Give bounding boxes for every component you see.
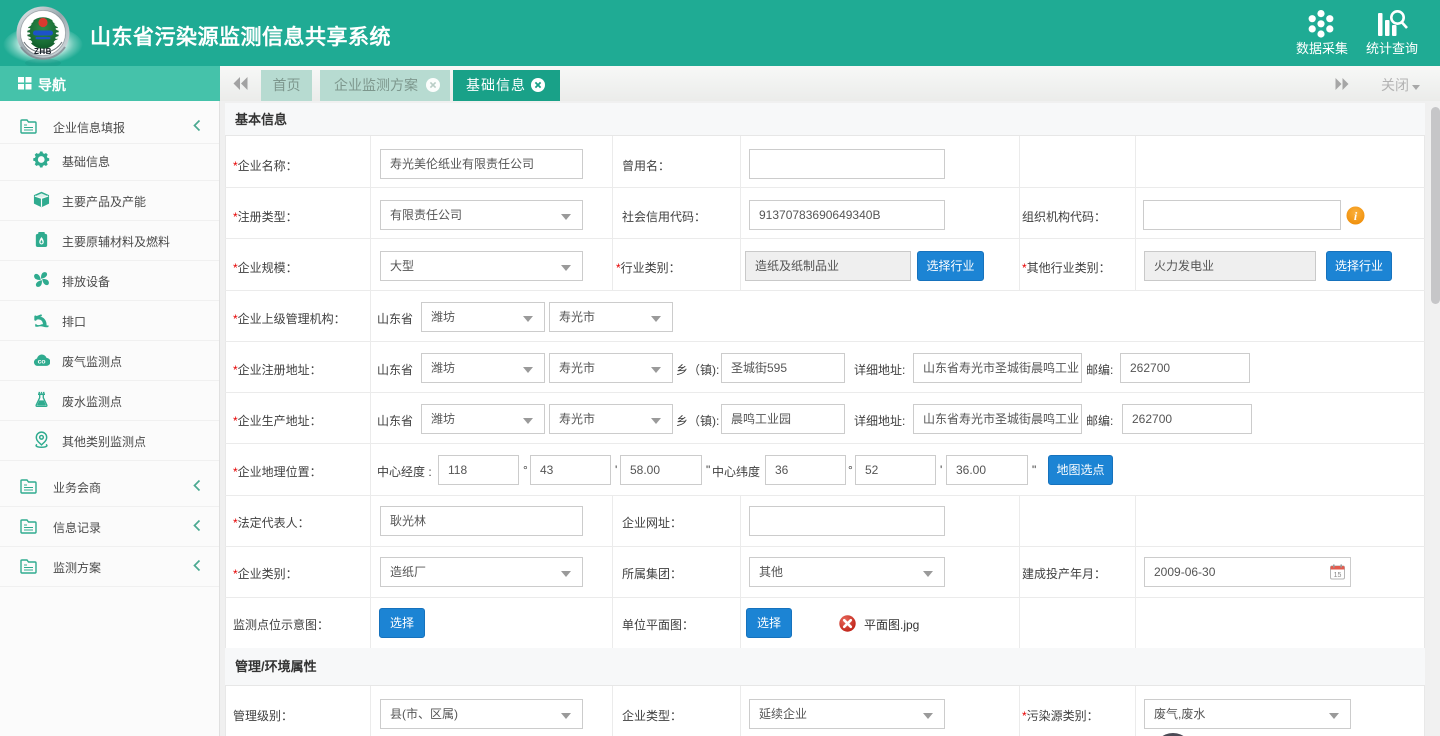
svg-text:ZHB: ZHB bbox=[34, 47, 52, 56]
svg-text:co: co bbox=[38, 359, 46, 366]
svg-text:15: 15 bbox=[1334, 572, 1342, 579]
